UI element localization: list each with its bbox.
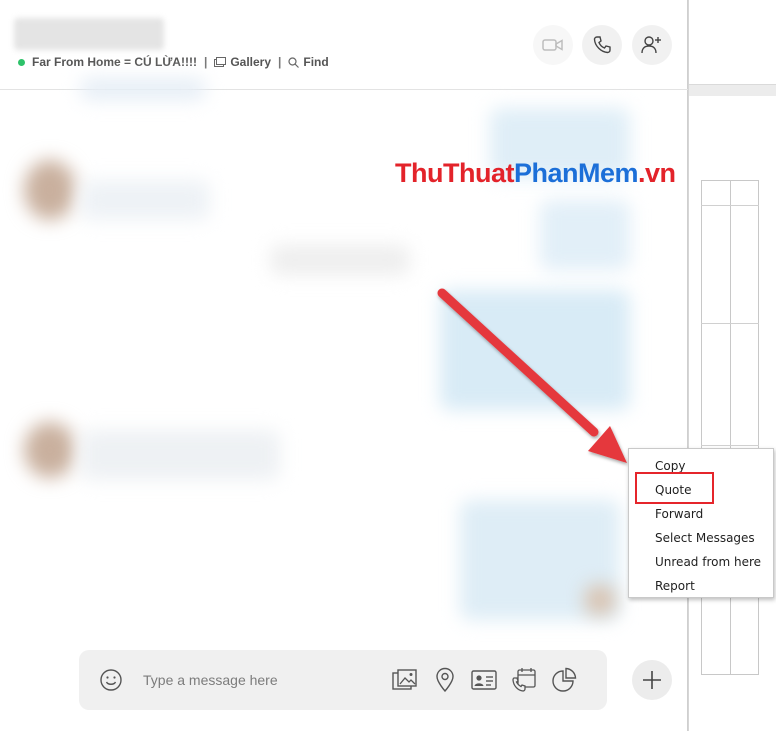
background-toolbar (689, 84, 776, 96)
contact-card-icon (471, 670, 497, 690)
message-input[interactable]: Type a message here (143, 672, 278, 688)
context-menu: Copy Quote Forward Select Messages Unrea… (628, 448, 774, 598)
blurred-message (80, 430, 280, 480)
poll-icon (552, 667, 577, 692)
quote-highlight-box (635, 472, 714, 504)
gallery-link[interactable]: Gallery (214, 55, 271, 69)
video-call-icon (542, 39, 563, 51)
find-label: Find (303, 55, 329, 69)
watermark-logo: ThuThuatPhanMem.vn (395, 158, 676, 189)
search-icon (288, 56, 300, 68)
blurred-message (80, 180, 210, 220)
menu-item-select-messages[interactable]: Select Messages (629, 526, 773, 550)
blurred-avatar (24, 422, 76, 478)
background-divider (701, 323, 759, 324)
plus-icon (643, 671, 661, 689)
blurred-message (270, 245, 410, 275)
contact-name-blurred (14, 18, 164, 50)
blurred-message (80, 78, 206, 100)
schedule-call-button[interactable] (510, 666, 538, 694)
menu-item-forward[interactable]: Forward (629, 502, 773, 526)
blurred-thumbnail (585, 585, 615, 615)
add-person-icon (641, 36, 661, 54)
location-icon (436, 667, 454, 693)
phone-call-button[interactable] (582, 25, 622, 65)
emoji-button[interactable] (97, 666, 125, 694)
phone-call-icon (593, 36, 611, 54)
separator: | (203, 55, 208, 69)
background-frame (701, 180, 731, 675)
background-frame (731, 180, 759, 675)
watermark-part: ThuThuat (395, 158, 514, 188)
gallery-icon (214, 57, 227, 67)
message-composer: Type a message here (79, 650, 607, 710)
background-divider (701, 205, 759, 206)
menu-item-unread-from-here[interactable]: Unread from here (629, 550, 773, 574)
schedule-call-icon (512, 668, 536, 692)
blurred-message (540, 200, 630, 270)
location-button[interactable] (431, 666, 459, 694)
media-icon (392, 669, 417, 690)
gallery-label: Gallery (230, 55, 272, 69)
background-divider (701, 445, 759, 446)
watermark-part: .vn (638, 158, 676, 188)
background-window (688, 0, 776, 731)
blurred-avatar (24, 160, 76, 220)
online-status-dot (18, 58, 25, 66)
video-call-button[interactable] (533, 25, 573, 65)
contact-card-button[interactable] (470, 666, 498, 694)
menu-item-report[interactable]: Report (629, 574, 773, 598)
emoji-icon (100, 669, 122, 691)
find-link[interactable]: Find (288, 55, 329, 69)
status-text[interactable]: Far From Home = CÚ LỪA!!!! (32, 55, 197, 69)
chat-window: Far From Home = CÚ LỪA!!!! | Gallery | F… (0, 0, 688, 731)
add-attachment-button[interactable] (632, 660, 672, 700)
blurred-message (440, 290, 630, 410)
media-button[interactable] (391, 666, 419, 694)
watermark-part: PhanMem (513, 158, 639, 188)
add-member-button[interactable] (632, 25, 672, 65)
chat-subinfo: Far From Home = CÚ LỪA!!!! | Gallery | F… (18, 55, 329, 69)
poll-button[interactable] (550, 666, 578, 694)
chat-header: Far From Home = CÚ LỪA!!!! | Gallery | F… (0, 0, 688, 90)
screenshot: Far From Home = CÚ LỪA!!!! | Gallery | F… (0, 0, 776, 731)
separator: | (278, 55, 282, 69)
